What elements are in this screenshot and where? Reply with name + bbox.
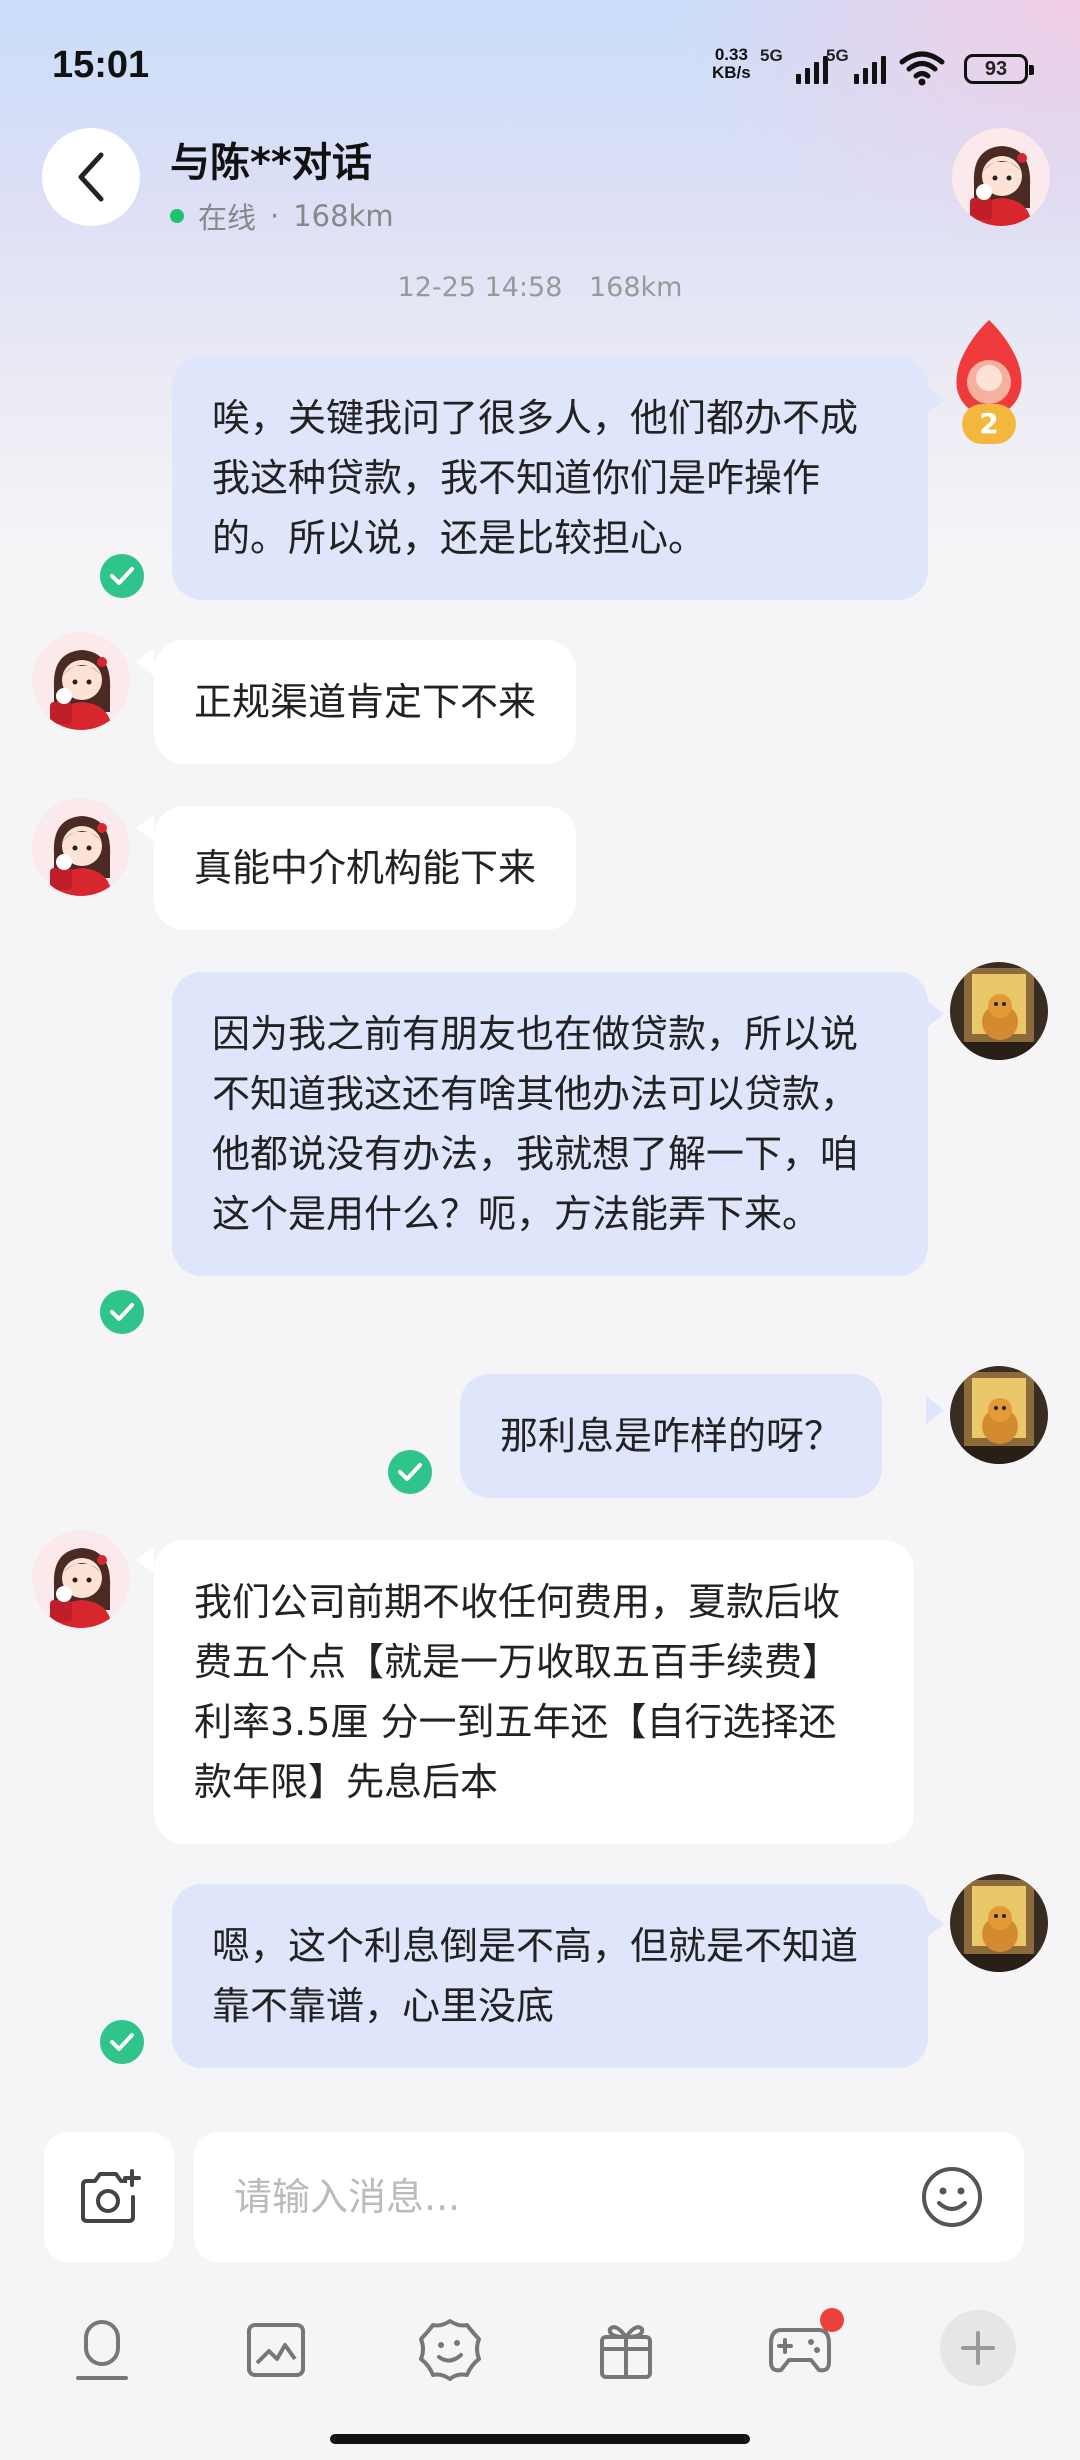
game-notification-dot [820,2308,844,2332]
message-input[interactable] [234,2132,874,2262]
message-bubble-incoming[interactable]: 正规渠道肯定下不来 [154,640,577,764]
emoji-icon[interactable] [920,2165,984,2229]
message-timestamp: 12-25 14:58 168km [0,272,1080,303]
more-button[interactable] [940,2310,1016,2386]
my-message-avatar[interactable] [950,1366,1048,1464]
cat-photo-avatar-icon [950,1874,1048,1972]
sim1-label: 5G [760,46,783,65]
cartoon-girl-avatar-icon [32,1530,130,1628]
contact-message-avatar[interactable] [32,1530,130,1628]
bottom-toolbar [0,2300,1080,2400]
bubble-tail [926,386,944,414]
camera-button[interactable] [44,2132,174,2262]
read-check-icon [100,554,144,598]
gift-button[interactable] [590,2314,662,2386]
my-message-avatar[interactable] [950,962,1048,1060]
floating-notification-badge[interactable]: 2 [950,316,1028,456]
message-input-container [194,2132,1024,2262]
contact-avatar[interactable] [952,128,1050,226]
image-icon [247,2323,305,2377]
cartoon-girl-avatar-icon [952,128,1050,226]
cartoon-girl-avatar-icon [32,798,130,896]
cat-photo-avatar-icon [950,1366,1048,1464]
wifi-icon [899,51,945,86]
message-bubble-outgoing[interactable]: 那利息是咋样的呀？ [460,1374,883,1498]
sticker-button[interactable] [414,2314,486,2386]
contact-distance: 168km [293,199,394,233]
back-button[interactable] [42,128,140,226]
game-button[interactable] [764,2308,844,2386]
online-status: 在线 · 168km [170,195,394,237]
message-bubble-outgoing[interactable]: 唉，关键我问了很多人，他们都办不成我这种贷款，我不知道你们是咋操作的。所以说，还… [172,356,928,600]
message-bubble-incoming[interactable]: 真能中介机构能下来 [154,806,577,930]
bubble-tail [926,1000,944,1028]
signal-icon-sim1: 5G [760,46,828,84]
network-speed-value: 0.33 [714,45,748,64]
read-check-icon [100,2020,144,2064]
voice-icon [76,2320,128,2380]
message-bubble-outgoing[interactable]: 嗯，这个利息倒是不高，但就是不知道靠不靠谱，心里没底 [172,1884,928,2068]
online-dot-icon [170,209,184,223]
status-separator: · [270,199,280,233]
network-speed-unit: KB/s [712,63,751,82]
status-bar: 15:01 0.33 KB/s 5G 5G 93 [0,0,1080,130]
battery-indicator: 93 [964,54,1034,84]
message-bubble-outgoing[interactable]: 因为我之前有朋友也在做贷款，所以说不知道我这还有啥其他办法可以贷款，他都说没有办… [172,972,928,1276]
bubble-tail [926,1396,944,1424]
signal-icon-sim2: 5G [826,46,886,84]
image-button[interactable] [240,2314,312,2386]
game-icon [769,2328,831,2373]
timestamp-time: 12-25 14:58 [397,272,563,303]
contact-message-avatar[interactable] [32,632,130,730]
sim2-label: 5G [826,46,849,65]
chat-title: 与陈**对话 [170,140,372,186]
read-check-icon [388,1450,432,1494]
contact-message-avatar[interactable] [32,798,130,896]
bubble-tail [136,814,154,842]
bubble-tail [926,1910,944,1938]
message-bubble-incoming[interactable]: 我们公司前期不收任何费用，夏款后收费五个点【就是一万收取五百手续费】利率3.5厘… [154,1540,914,1844]
notification-count: 2 [979,407,999,440]
timestamp-location: 168km [588,272,683,303]
plus-icon [961,2331,995,2365]
online-status-text: 在线 [198,201,257,235]
cat-photo-avatar-icon [950,962,1048,1060]
network-speed: 0.33 KB/s [712,46,751,82]
read-check-icon [100,1290,144,1334]
chevron-left-icon [78,152,104,202]
sticker-icon [419,2319,481,2381]
my-message-avatar[interactable] [950,1874,1048,1972]
bubble-tail [136,1546,154,1574]
gift-icon [600,2325,652,2379]
status-time: 15:01 [52,44,150,86]
camera-icon [81,2169,141,2223]
bubble-tail [136,648,154,676]
cartoon-girl-avatar-icon [32,632,130,730]
home-indicator[interactable] [330,2434,750,2444]
voice-button[interactable] [66,2314,138,2386]
